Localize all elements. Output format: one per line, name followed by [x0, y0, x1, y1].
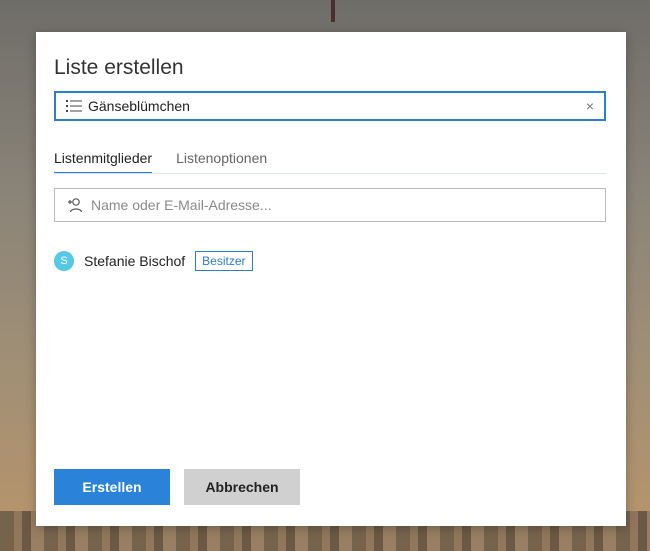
- owner-badge: Besitzer: [195, 251, 253, 271]
- list-icon: [66, 100, 82, 112]
- cancel-button[interactable]: Abbrechen: [184, 469, 300, 505]
- tab-options[interactable]: Listenoptionen: [176, 150, 267, 174]
- list-name-value[interactable]: Gänseblümchen: [88, 98, 586, 114]
- create-list-dialog: Liste erstellen Gänseblümchen × Listenmi…: [36, 32, 626, 526]
- background-tower: [331, 0, 335, 22]
- member-search-input[interactable]: [89, 196, 605, 214]
- member-name: Stefanie Bischof: [84, 253, 186, 269]
- member-row: S Stefanie Bischof Besitzer: [54, 251, 253, 271]
- tab-members[interactable]: Listenmitglieder: [54, 150, 153, 174]
- list-name-field[interactable]: Gänseblümchen ×: [54, 91, 606, 121]
- tab-divider: [54, 173, 606, 174]
- clear-icon[interactable]: ×: [586, 98, 594, 114]
- dialog-title: Liste erstellen: [54, 56, 184, 79]
- member-search-field[interactable]: [54, 188, 606, 222]
- tab-bar: Listenmitglieder Listenoptionen: [54, 150, 267, 174]
- create-button[interactable]: Erstellen: [54, 469, 170, 505]
- avatar: S: [54, 251, 74, 271]
- add-person-icon: [68, 198, 83, 213]
